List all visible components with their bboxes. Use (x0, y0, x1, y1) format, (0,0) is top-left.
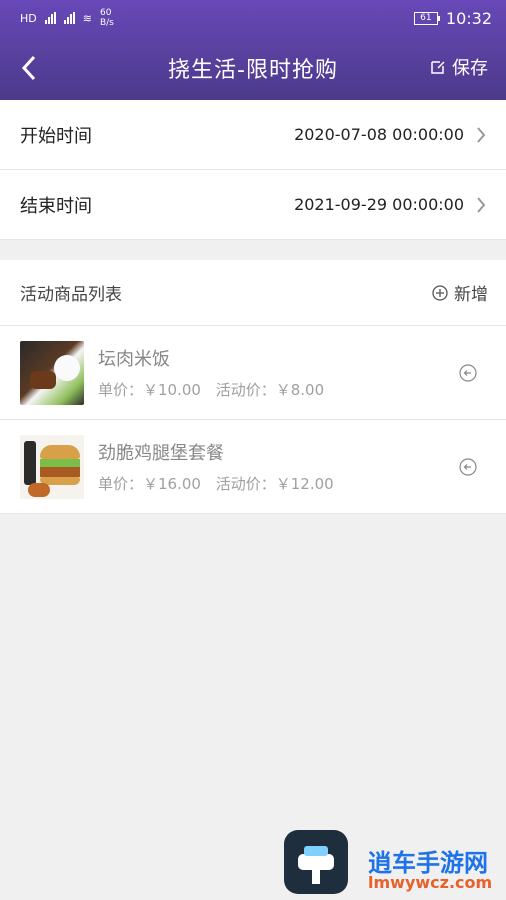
unit-price: 单价：￥10.00 (98, 381, 201, 399)
product-prices: 单价：￥10.00 活动价：￥8.00 (98, 379, 486, 400)
goods-section-header: 活动商品列表 新增 (0, 260, 506, 326)
status-left: HD ≋ 60 B/s (20, 8, 114, 28)
goods-section-title: 活动商品列表 (20, 285, 122, 305)
activity-price: 活动价：￥12.00 (215, 475, 334, 493)
end-time-value: 2021-09-29 00:00:00 (294, 195, 486, 214)
chevron-right-icon (477, 196, 486, 213)
unit-price: 单价：￥16.00 (98, 475, 201, 493)
page-title: 挠生活-限时抢购 (168, 58, 338, 83)
remove-icon[interactable] (458, 363, 478, 383)
signal-icon (44, 12, 56, 24)
product-image (20, 434, 84, 499)
product-prices: 单价：￥16.00 活动价：￥12.00 (98, 473, 486, 494)
status-right: 61 10:32 (413, 8, 492, 28)
car-icon (298, 846, 334, 884)
chevron-left-icon (21, 55, 36, 81)
navbar: 挠生活-限时抢购 保存 (0, 36, 506, 100)
activity-price: 活动价：￥8.00 (215, 381, 325, 399)
battery-icon: 61 (413, 11, 440, 25)
watermark-url: lmwywcz.com (368, 873, 493, 892)
signal-icon (63, 12, 75, 24)
add-goods-label: 新增 (454, 285, 488, 305)
wifi-icon: ≋ (82, 11, 92, 25)
hd-icon: HD (20, 11, 37, 25)
clock: 10:32 (445, 8, 492, 28)
save-button[interactable]: 保存 (430, 54, 488, 80)
start-time-text: 2020-07-08 00:00:00 (294, 125, 464, 144)
add-goods-button[interactable]: 新增 (432, 280, 488, 305)
header: HD ≋ 60 B/s 61 10:32 挠生活-限时抢购 保存 (0, 0, 506, 100)
watermark-logo (284, 830, 348, 894)
plus-circle-icon (432, 284, 448, 301)
product-info: 劲脆鸡腿堡套餐 单价：￥16.00 活动价：￥12.00 (98, 439, 486, 494)
back-button[interactable] (14, 50, 44, 86)
status-bar: HD ≋ 60 B/s 61 10:32 (0, 0, 506, 36)
chevron-right-icon (477, 126, 486, 143)
product-info: 坛肉米饭 单价：￥10.00 活动价：￥8.00 (98, 345, 486, 400)
end-time-text: 2021-09-29 00:00:00 (294, 195, 464, 214)
network-speed: 60 B/s (99, 8, 114, 28)
product-name: 劲脆鸡腿堡套餐 (98, 443, 224, 464)
list-item[interactable]: 劲脆鸡腿堡套餐 单价：￥16.00 活动价：￥12.00 (0, 420, 506, 514)
end-time-row[interactable]: 结束时间 2021-09-29 00:00:00 (0, 170, 506, 240)
edit-icon (431, 61, 445, 74)
remove-icon[interactable] (458, 457, 478, 477)
save-label: 保存 (452, 58, 488, 79)
start-time-label: 开始时间 (20, 125, 92, 147)
section-divider (0, 240, 506, 260)
list-item[interactable]: 坛肉米饭 单价：￥10.00 活动价：￥8.00 (0, 326, 506, 420)
start-time-row[interactable]: 开始时间 2020-07-08 00:00:00 (0, 100, 506, 170)
product-image (20, 340, 84, 405)
product-name: 坛肉米饭 (98, 349, 170, 370)
start-time-value: 2020-07-08 00:00:00 (294, 125, 486, 144)
end-time-label: 结束时间 (20, 195, 92, 217)
